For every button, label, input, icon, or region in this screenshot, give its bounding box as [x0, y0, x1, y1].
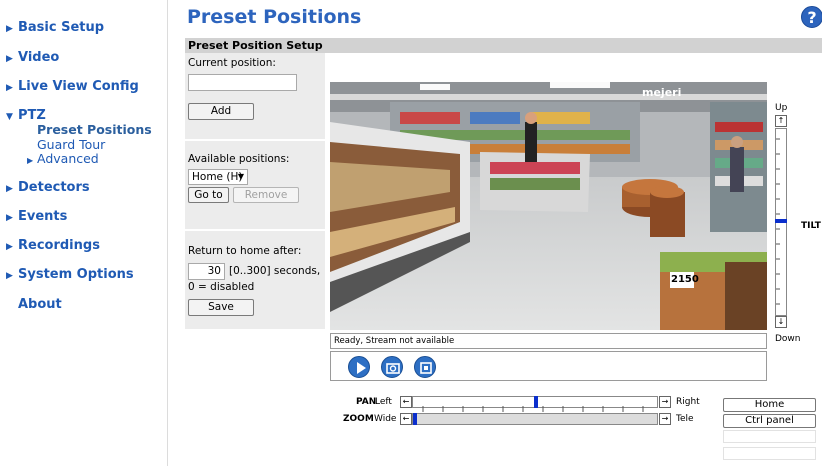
preset-form-panel: Current position: Add Available position… — [185, 53, 325, 329]
nav-advanced[interactable]: ▶ Advanced — [27, 151, 99, 166]
add-button[interactable]: Add — [188, 103, 254, 120]
chevron-right-icon: ▶ — [6, 242, 13, 252]
nav-video[interactable]: ▶ Video — [6, 50, 59, 65]
tilt-indicator[interactable] — [775, 219, 787, 223]
pan-slider[interactable] — [412, 396, 658, 412]
zoom-indicator[interactable] — [413, 413, 417, 425]
nav-about[interactable]: About — [18, 297, 62, 312]
chevron-right-icon: ▶ — [27, 156, 34, 165]
chevron-down-icon: ▼ — [237, 172, 244, 181]
divider — [185, 139, 325, 141]
nav-ptz[interactable]: ▼ PTZ — [6, 108, 46, 123]
pan-indicator[interactable] — [534, 396, 538, 408]
current-position-input[interactable] — [188, 74, 297, 91]
empty-button — [723, 430, 816, 443]
return-range-text: [0..300] seconds, — [229, 265, 321, 277]
disabled-note: 0 = disabled — [188, 281, 255, 293]
nav-guard-tour[interactable]: Guard Tour — [37, 137, 105, 152]
pan-right-label: Right — [676, 397, 700, 407]
available-positions-label: Available positions: — [188, 153, 290, 165]
chevron-down-icon: ▼ — [6, 112, 13, 122]
pan-right-arrow-icon[interactable]: → — [659, 396, 671, 408]
nav-recordings[interactable]: ▶ Recordings — [6, 238, 100, 253]
zoom-label: ZOOM — [343, 414, 374, 424]
ctrl-panel-button[interactable]: Ctrl panel — [723, 414, 816, 428]
sidebar: ▶ Basic Setup ▶ Video ▶ Live View Config ▼ P… — [0, 0, 168, 466]
nav-detectors[interactable]: ▶ Detectors — [6, 180, 90, 195]
divider — [185, 229, 325, 231]
remove-button[interactable]: Remove — [233, 187, 299, 203]
chevron-right-icon: ▶ — [6, 213, 13, 223]
stream-status-bar: Ready, Stream not available — [330, 333, 767, 349]
pan-ticks — [422, 406, 644, 412]
page-title: Preset Positions — [187, 6, 362, 28]
fullscreen-icon[interactable] — [414, 356, 436, 378]
nav-system-options[interactable]: ▶ System Options — [6, 267, 134, 282]
empty-button — [723, 447, 816, 460]
tilt-up-arrow-icon[interactable]: ↑ — [775, 115, 787, 127]
nav-live-view-config[interactable]: ▶ Live View Config — [6, 79, 139, 94]
chevron-right-icon: ▶ — [6, 83, 13, 93]
price-tag-text: 2150 — [671, 274, 699, 285]
pan-label: PAN — [356, 397, 377, 407]
zoom-tele-arrow-icon[interactable]: → — [659, 413, 671, 425]
nav-preset-positions[interactable]: Preset Positions — [37, 122, 152, 137]
return-home-input[interactable]: 30 — [188, 263, 225, 280]
zoom-wide-arrow-icon[interactable]: ← — [400, 413, 412, 425]
chevron-right-icon: ▶ — [6, 184, 13, 194]
go-to-button[interactable]: Go to — [188, 187, 229, 203]
pan-left-label: Left — [375, 397, 392, 407]
tilt-down-arrow-icon[interactable]: ↓ — [775, 316, 787, 328]
store-scene-image — [330, 82, 767, 330]
zoom-wide-label: Wide — [374, 414, 397, 424]
nav-basic-setup[interactable]: ▶ Basic Setup — [6, 20, 104, 35]
tilt-up-label: Up — [775, 103, 788, 113]
section-header: Preset Position Setup — [185, 38, 822, 53]
camera-icon[interactable] — [381, 356, 403, 378]
zoom-tele-label: Tele — [676, 414, 694, 424]
chevron-right-icon: ▶ — [6, 271, 13, 281]
zoom-slider[interactable] — [412, 413, 658, 425]
chevron-right-icon: ▶ — [6, 24, 13, 34]
tilt-down-label: Down — [775, 334, 801, 344]
chevron-right-icon: ▶ — [6, 54, 13, 64]
pan-left-arrow-icon[interactable]: ← — [400, 396, 412, 408]
tilt-label: TILT — [801, 221, 821, 231]
question-mark-icon[interactable]: ? — [801, 6, 822, 28]
play-icon[interactable] — [348, 356, 370, 378]
nav-events[interactable]: ▶ Events — [6, 209, 67, 224]
store-sign-text: mejeri — [642, 86, 682, 99]
available-positions-select[interactable]: Home (H) ▼ — [188, 169, 248, 185]
return-home-label: Return to home after: — [188, 245, 302, 257]
current-position-label: Current position: — [188, 57, 276, 69]
live-video-view[interactable]: mejeri 2150 — [330, 82, 767, 330]
home-button[interactable]: Home — [723, 398, 816, 412]
tilt-slider[interactable] — [775, 128, 787, 316]
video-control-bar — [330, 351, 767, 381]
save-button[interactable]: Save — [188, 299, 254, 316]
